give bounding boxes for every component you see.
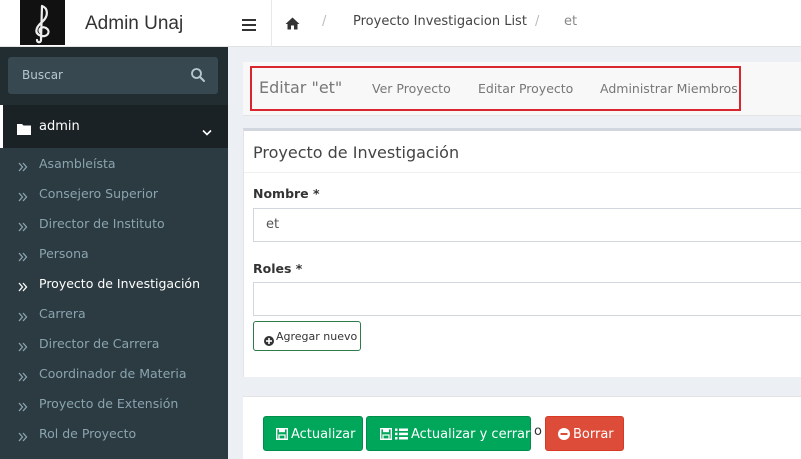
- or-separator: o: [534, 424, 542, 439]
- sidebar-item-director-carrera[interactable]: Director de Carrera: [0, 328, 228, 358]
- menu-group-admin[interactable]: admin: [0, 105, 228, 148]
- update-close-label: Actualizar y cerrar: [411, 427, 531, 442]
- sidebar-item-consejero-superior[interactable]: Consejero Superior: [0, 178, 228, 208]
- home-icon[interactable]: [285, 15, 300, 34]
- list-icon: [395, 428, 408, 444]
- roles-input[interactable]: [253, 282, 801, 316]
- update-button[interactable]: Actualizar: [263, 416, 363, 451]
- search-icon[interactable]: [190, 67, 206, 83]
- search-input[interactable]: Buscar: [22, 68, 63, 82]
- add-new-button[interactable]: Agregar nuevo: [253, 321, 361, 351]
- double-chevron-right-icon: [18, 397, 28, 416]
- tab-ver-proyecto[interactable]: Ver Proyecto: [372, 81, 451, 96]
- sidebar-item-proyecto-extension[interactable]: Proyecto de Extensión: [0, 388, 228, 418]
- plus-circle-icon: [264, 331, 274, 350]
- sidebar-item-label: Asambleísta: [39, 156, 116, 171]
- app-title[interactable]: Admin Unaj: [85, 13, 183, 35]
- double-chevron-right-icon: [18, 187, 28, 206]
- double-chevron-right-icon: [18, 247, 28, 266]
- folder-icon: [17, 120, 31, 139]
- nombre-input[interactable]: et: [253, 208, 801, 242]
- sidebar-item-label: Rol de Proyecto: [39, 426, 137, 441]
- roles-label: Roles *: [253, 261, 303, 276]
- save-icon: [275, 427, 289, 444]
- sidebar-item-label: Proyecto de Investigación: [39, 276, 201, 291]
- double-chevron-right-icon: [18, 157, 28, 176]
- menu-group-label: admin: [39, 119, 80, 134]
- search-box[interactable]: Buscar: [8, 57, 218, 94]
- double-chevron-right-icon: [18, 307, 28, 326]
- double-chevron-right-icon: [18, 367, 28, 386]
- breadcrumb-separator: /: [535, 14, 540, 29]
- form-title: Proyecto de Investigación: [253, 143, 460, 162]
- sidebar-item-proyecto-investigacion[interactable]: Proyecto de Investigación: [0, 268, 228, 298]
- breadcrumb-separator: /: [322, 14, 327, 29]
- sidebar-item-asambleista[interactable]: Asambleísta: [0, 148, 228, 178]
- breadcrumb-list-link[interactable]: Proyecto Investigacion List: [353, 14, 527, 29]
- double-chevron-right-icon: [18, 217, 28, 236]
- minus-circle-icon: [558, 428, 570, 444]
- double-chevron-right-icon: [18, 337, 28, 356]
- sidebar-item-label: Coordinador de Materia: [39, 366, 187, 381]
- sidebar-item-coordinador-materia[interactable]: Coordinador de Materia: [0, 358, 228, 388]
- add-new-label: Agregar nuevo: [276, 330, 358, 343]
- sidebar-item-label: Proyecto de Extensión: [39, 396, 179, 411]
- update-close-button[interactable]: Actualizar y cerrar: [366, 416, 531, 451]
- topbar-divider: [271, 0, 272, 47]
- sidebar-item-label: Consejero Superior: [39, 186, 159, 201]
- sidebar-item-director-instituto[interactable]: Director de Instituto: [0, 208, 228, 238]
- double-chevron-right-icon: [18, 277, 28, 296]
- sidebar-item-persona[interactable]: Persona: [0, 238, 228, 268]
- double-chevron-right-icon: [18, 427, 28, 446]
- sidebar-menu: Asambleísta Consejero Superior Director …: [0, 148, 228, 459]
- tab-editar-proyecto[interactable]: Editar Proyecto: [478, 81, 573, 96]
- brand-header: Admin Unaj: [0, 0, 228, 47]
- nombre-label: Nombre *: [253, 186, 320, 201]
- delete-button[interactable]: Borrar: [545, 416, 624, 451]
- tab-administrar-miembros[interactable]: Administrar Miembros: [600, 81, 738, 96]
- top-bar: / Proyecto Investigacion List / et: [228, 0, 801, 47]
- sidebar-item-label: Director de Instituto: [39, 216, 165, 231]
- sidebar-item-rol-proyecto[interactable]: Rol de Proyecto: [0, 418, 228, 448]
- page-title: Editar "et": [259, 78, 343, 97]
- sidebar-item-carrera[interactable]: Carrera: [0, 298, 228, 328]
- breadcrumb-current: et: [564, 14, 578, 29]
- delete-label: Borrar: [573, 427, 614, 442]
- treble-clef-icon[interactable]: [20, 0, 65, 45]
- sidebar-item-label: Persona: [39, 246, 89, 261]
- hamburger-menu-icon[interactable]: [242, 16, 256, 35]
- sidebar-item-label: Director de Carrera: [39, 336, 160, 351]
- update-label: Actualizar: [291, 427, 356, 442]
- form-divider: [244, 172, 801, 173]
- chevron-down-icon[interactable]: [202, 122, 212, 141]
- sidebar-item-label: Carrera: [39, 306, 86, 321]
- save-icon: [379, 427, 393, 444]
